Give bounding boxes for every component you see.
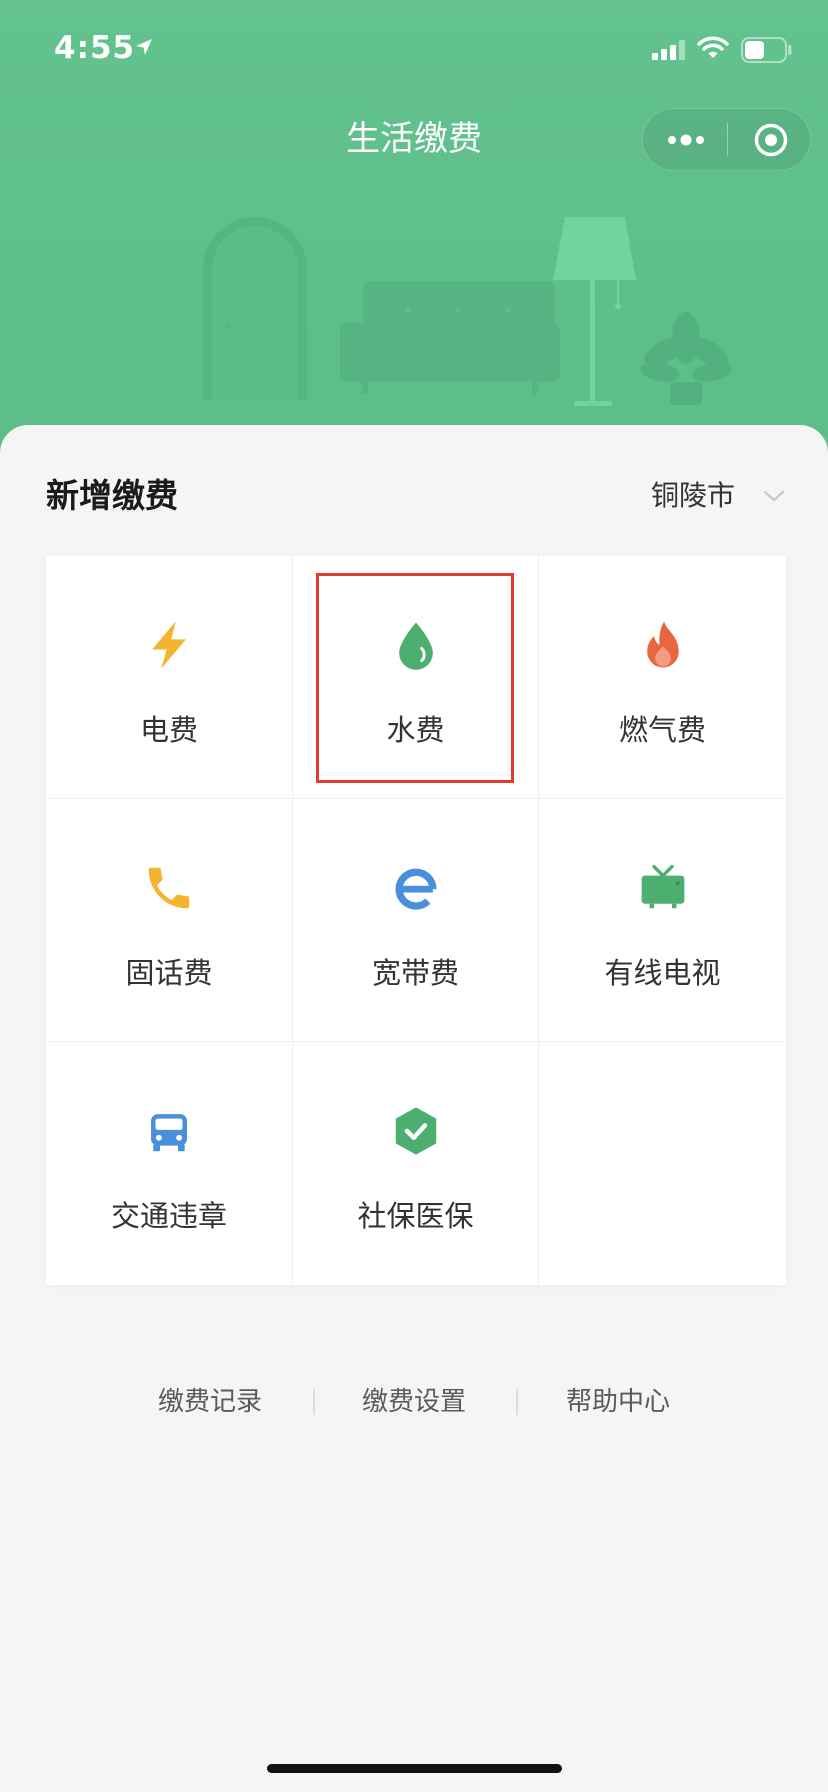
- section-title: 新增缴费: [46, 476, 178, 515]
- status-time: 4:55: [54, 30, 136, 66]
- lightning-icon: [142, 618, 196, 672]
- service-broadband[interactable]: 宽带费: [293, 799, 539, 1042]
- service-cable-tv[interactable]: 有线电视: [539, 799, 786, 1042]
- shield-check-icon: [389, 1104, 443, 1158]
- header-banner: 4:55 生活缴费: [0, 0, 828, 470]
- wifi-icon: [697, 36, 729, 58]
- mini-program-capsule: [642, 108, 811, 171]
- footer-divider: [516, 1389, 518, 1415]
- plant-shape: [640, 312, 732, 405]
- living-room-illustration: [203, 217, 732, 406]
- payment-records-link[interactable]: 缴费记录: [135, 1382, 285, 1422]
- service-label: 固话费: [125, 956, 213, 990]
- payment-settings-link[interactable]: 缴费设置: [339, 1382, 489, 1422]
- service-gas[interactable]: 燃气费: [539, 556, 786, 799]
- tv-icon: [636, 861, 690, 915]
- service-social-insurance[interactable]: 社保医保: [293, 1042, 539, 1285]
- sofa-shape: [340, 281, 560, 394]
- phone-icon: [142, 861, 196, 915]
- chevron-down-icon[interactable]: [762, 488, 786, 504]
- highlight-annotation-box: [316, 573, 514, 783]
- flame-icon: [636, 618, 690, 672]
- service-label: 有线电视: [604, 956, 721, 990]
- lamp-shape: [553, 217, 636, 406]
- car-icon: [142, 1104, 196, 1158]
- empty-cell: [539, 1042, 786, 1285]
- broadband-e-icon: [389, 861, 443, 915]
- service-label: 电费: [139, 713, 198, 747]
- service-label: 交通违章: [110, 1199, 227, 1233]
- battery-icon: [741, 37, 792, 63]
- target-icon[interactable]: [753, 122, 789, 158]
- battery-level-fill: [745, 41, 764, 59]
- footer-divider: [313, 1389, 315, 1415]
- service-electricity[interactable]: 电费: [46, 556, 293, 799]
- more-dots-icon[interactable]: [663, 131, 709, 149]
- signal-icon: [652, 40, 685, 60]
- service-label: 燃气费: [618, 713, 706, 747]
- service-landline[interactable]: 固话费: [46, 799, 293, 1042]
- service-label: 社保医保: [357, 1199, 474, 1233]
- service-label: 宽带费: [371, 956, 459, 990]
- home-indicator[interactable]: [267, 1764, 562, 1773]
- city-selector[interactable]: 铜陵市: [651, 474, 735, 518]
- help-center-link[interactable]: 帮助中心: [543, 1382, 693, 1422]
- service-traffic-violation[interactable]: 交通违章: [46, 1042, 293, 1285]
- location-arrow-icon: [136, 39, 152, 55]
- capsule-divider: [727, 123, 728, 156]
